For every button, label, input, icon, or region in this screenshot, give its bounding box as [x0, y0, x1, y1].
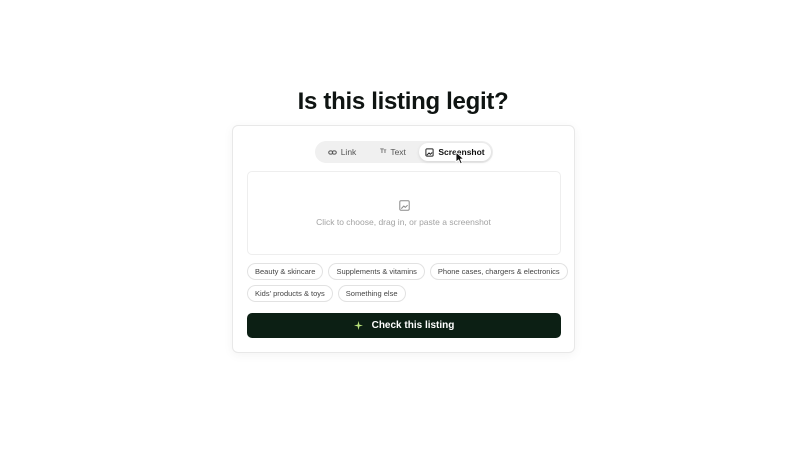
image-icon [425, 147, 434, 157]
image-placeholder-icon [399, 200, 410, 211]
tab-link-label: Link [340, 147, 357, 157]
tab-text[interactable]: Tт Text [367, 143, 419, 161]
page-title: Is this listing legit? [297, 88, 509, 115]
text-icon: Tт [380, 149, 387, 155]
tab-link[interactable]: Link [317, 143, 367, 161]
category-chips: Beauty & skincare Supplements & vitamins… [247, 263, 568, 307]
mouse-cursor-icon [455, 151, 465, 165]
chip-beauty-skincare[interactable]: Beauty & skincare [247, 263, 324, 280]
input-mode-switcher: Link Tт Text Screenshot [315, 141, 493, 163]
chip-kids-toys[interactable]: Kids' products & toys [247, 285, 333, 302]
chip-something-else[interactable]: Something else [337, 285, 406, 302]
check-listing-button[interactable]: Check this listing [247, 313, 561, 338]
chip-phone-electronics[interactable]: Phone cases, chargers & electronics [429, 263, 568, 280]
chip-supplements-vitamins[interactable]: Supplements & vitamins [328, 263, 425, 280]
link-icon [327, 148, 337, 157]
tab-text-label: Text [390, 147, 406, 157]
screenshot-dropzone[interactable] [247, 171, 561, 255]
sparkle-icon [353, 321, 363, 330]
listing-check-card: Link Tт Text Screenshot Click to choose,… [232, 125, 575, 353]
dropzone-hint: Click to choose, drag in, or paste a scr… [316, 217, 491, 227]
check-listing-label: Check this listing [371, 320, 455, 331]
